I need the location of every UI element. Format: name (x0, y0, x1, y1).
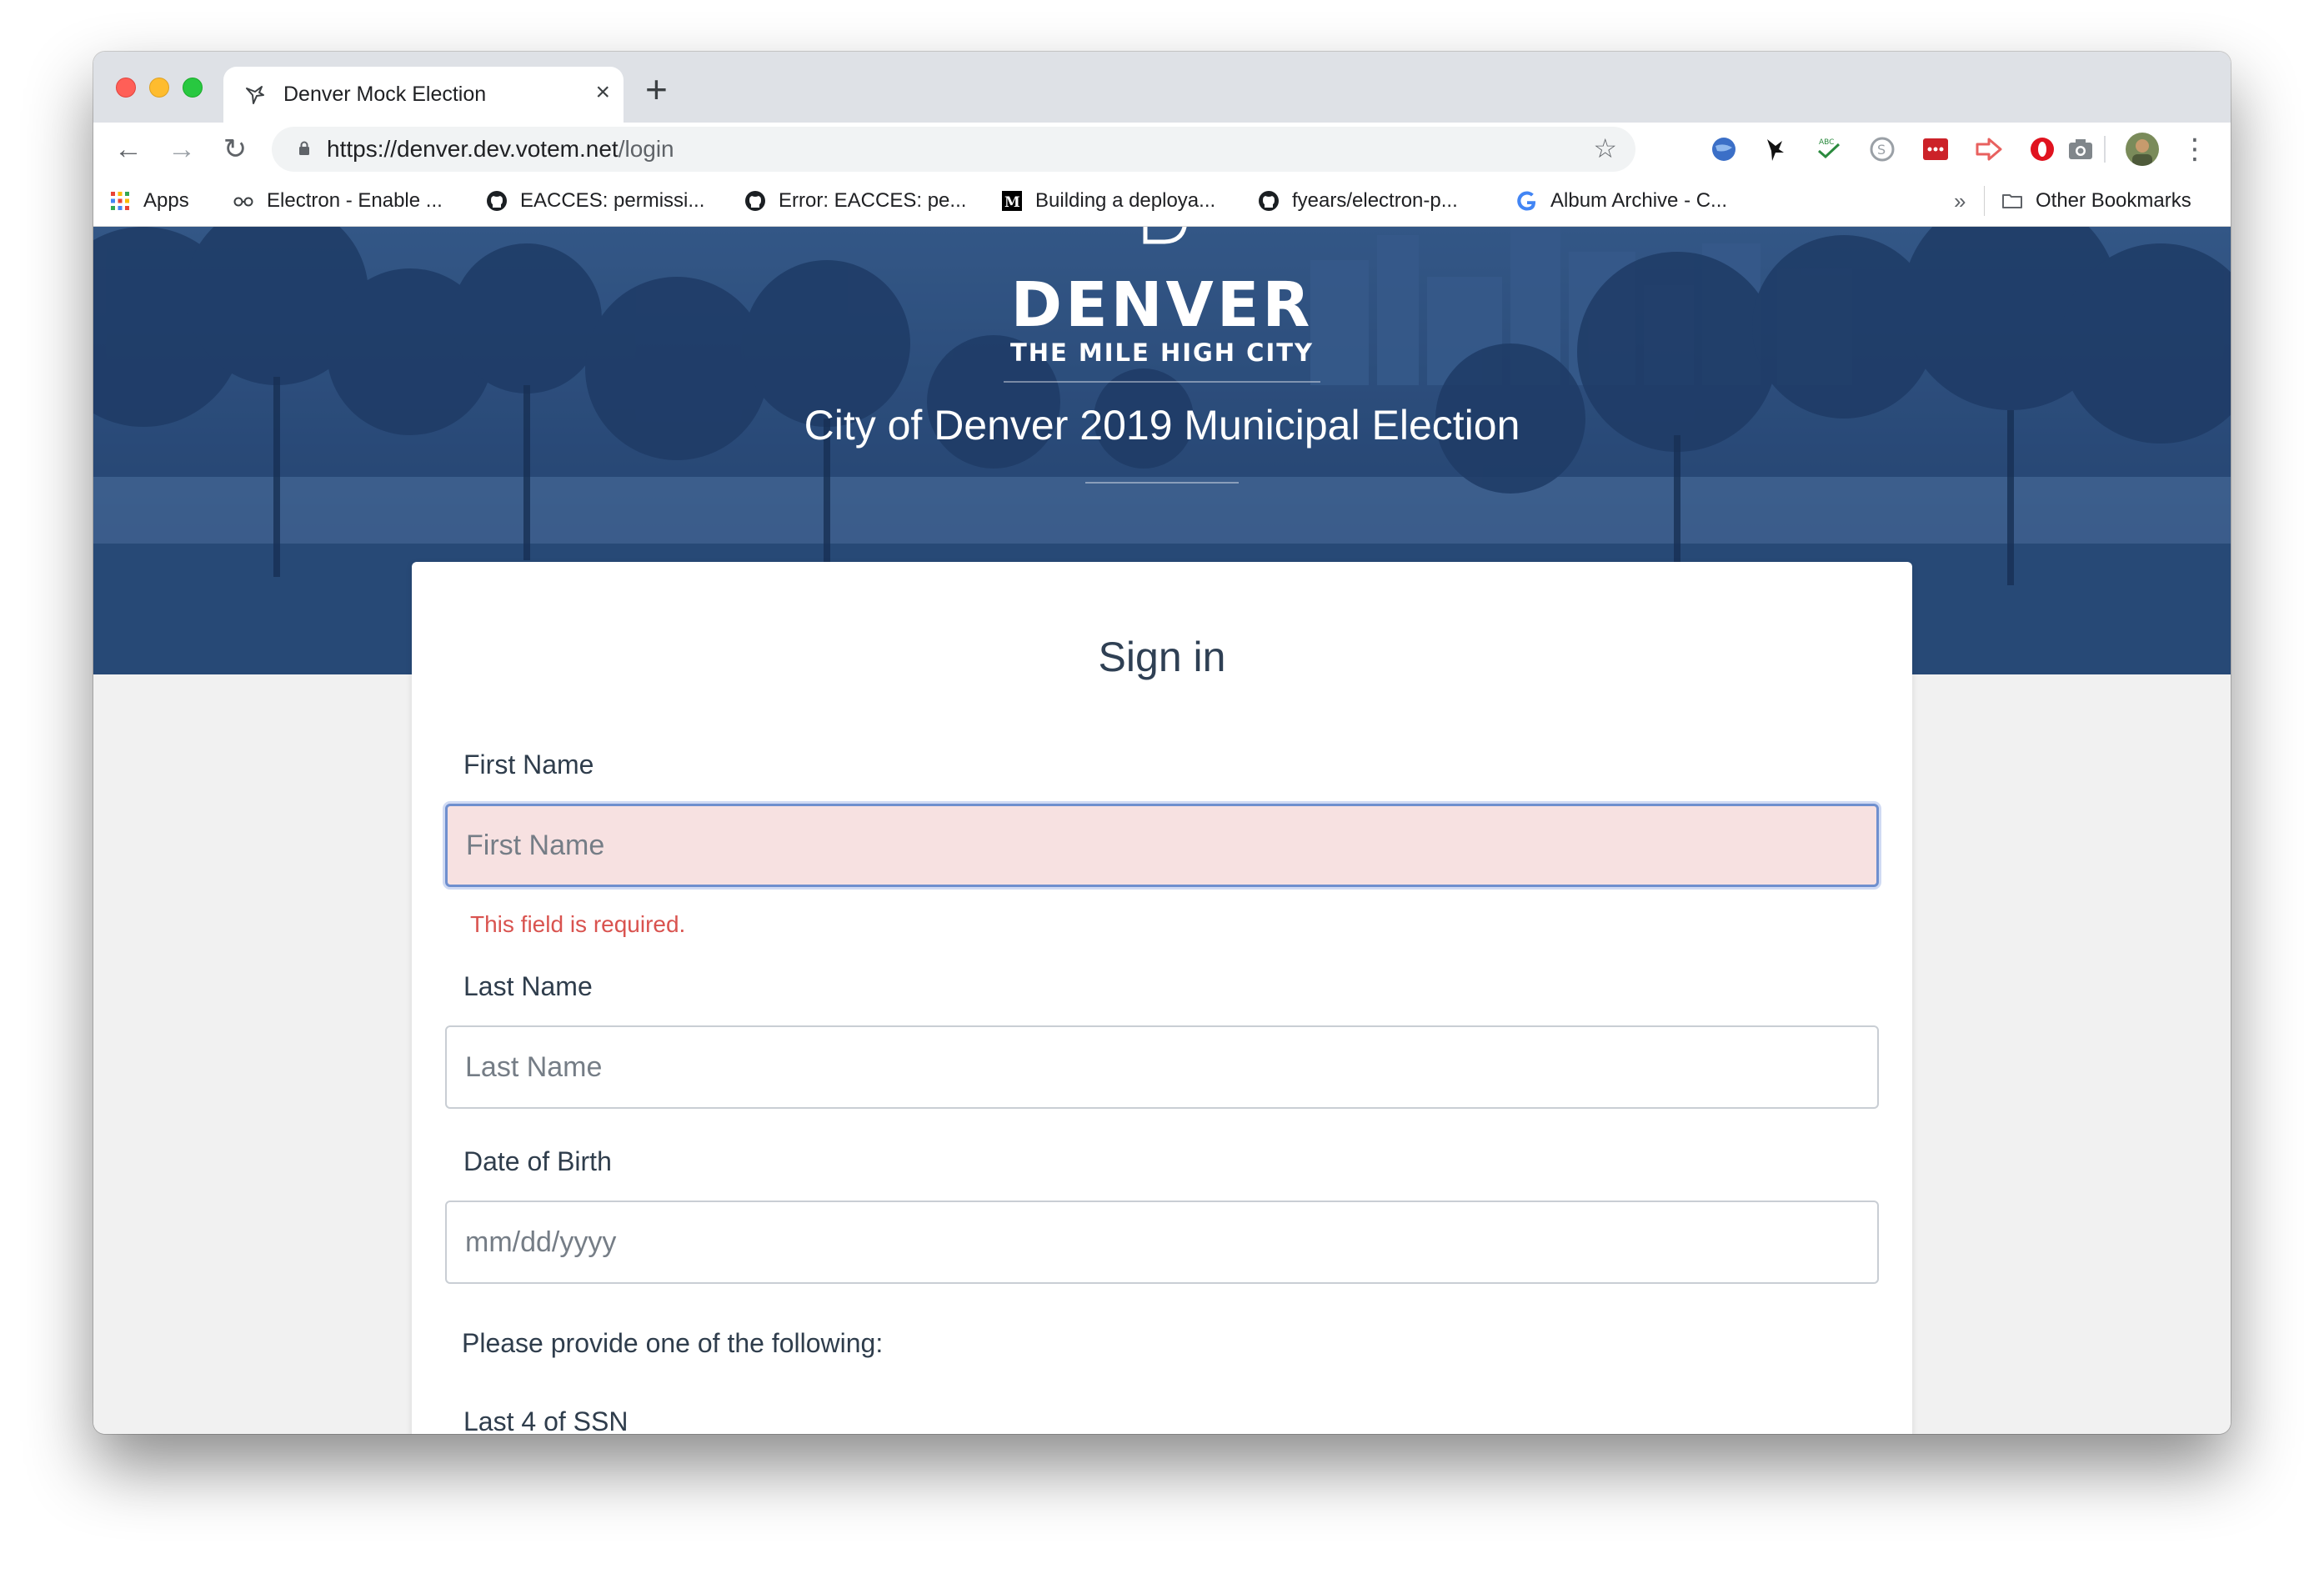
avatar-image-icon (2126, 133, 2159, 166)
bookmark-building-deployable[interactable]: M Building a deploya... (1000, 187, 1215, 215)
url-path: /login (618, 136, 674, 162)
last-name-input[interactable] (447, 1027, 1877, 1107)
first-name-field-wrapper (445, 804, 1879, 887)
other-bookmarks-folder[interactable]: Other Bookmarks (2001, 187, 2191, 215)
back-button[interactable]: ← (110, 131, 147, 168)
last-name-label: Last Name (463, 971, 593, 1001)
bookmark-eacces-permission[interactable]: EACCES: permissi... (485, 187, 704, 215)
profile-avatar[interactable] (2126, 133, 2159, 166)
folder-icon (2002, 194, 2022, 208)
minimize-window-button[interactable] (149, 78, 169, 98)
github-icon (487, 191, 507, 211)
lock-icon (299, 141, 309, 155)
bookmark-apps[interactable]: Apps (108, 187, 189, 215)
tab-strip: Denver Mock Election × + (93, 52, 2231, 123)
bookmark-star-icon[interactable]: ☆ (1593, 134, 1617, 163)
lastpass-extension-icon[interactable] (1921, 134, 1951, 164)
bookmarks-overflow-button[interactable]: » (1954, 187, 1966, 215)
camera-extension-icon[interactable] (2066, 134, 2096, 164)
denver-logo-text: DENVER (1010, 269, 1314, 341)
spellcheck-extension-icon[interactable]: ABC (1814, 134, 1844, 164)
new-tab-button[interactable]: + (645, 68, 668, 110)
first-name-label: First Name (463, 749, 594, 779)
github-icon (745, 191, 765, 211)
bookmarks-separator (1984, 186, 1985, 216)
denver-d-logo-icon (1143, 227, 1187, 244)
bookmark-label: EACCES: permissi... (520, 189, 705, 212)
first-name-error: This field is required. (470, 911, 686, 937)
close-tab-icon[interactable]: × (595, 78, 610, 107)
tab-denver-mock-election[interactable]: Denver Mock Election × (223, 67, 624, 123)
provide-one-text: Please provide one of the following: (462, 1328, 884, 1358)
maximize-window-button[interactable] (183, 78, 203, 98)
dob-label: Date of Birth (463, 1146, 612, 1176)
opera-extension-icon[interactable] (2027, 134, 2057, 164)
toolbar-separator (2104, 136, 2106, 163)
last-name-field-wrapper (445, 1025, 1879, 1109)
svg-text:M: M (1004, 194, 1020, 211)
bookmark-album-archive[interactable]: Album Archive - C... (1515, 187, 1727, 215)
bookmark-label: Error: EACCES: pe... (779, 189, 967, 212)
svg-text:ABC: ABC (1819, 138, 1834, 147)
bookmark-label: Building a deploya... (1035, 189, 1216, 212)
bird-favicon-icon (246, 86, 264, 104)
denver-logo-tagline: THE MILE HIGH CITY (1009, 338, 1315, 367)
bookmark-label: Other Bookmarks (2036, 189, 2191, 212)
bookmark-label: Apps (143, 189, 189, 212)
reload-button[interactable]: ↻ (217, 131, 253, 168)
bookmark-label: Electron - Enable ... (267, 189, 443, 212)
globe-extension-icon[interactable] (1709, 134, 1739, 164)
page-content: DENVER THE MILE HIGH CITY City of Denver… (93, 227, 2231, 1434)
google-icon (1517, 191, 1536, 211)
ssn-label: Last 4 of SSN (463, 1406, 629, 1434)
bookmark-fyears-electron[interactable]: fyears/electron-p... (1257, 187, 1458, 215)
apps-grid-icon (111, 192, 129, 210)
svg-text:S: S (1877, 142, 1886, 158)
address-bar[interactable]: https://denver.dev.votem.net/login ☆ (272, 127, 1635, 172)
tab-title: Denver Mock Election (283, 83, 487, 106)
bookmark-label: Album Archive - C... (1550, 189, 1728, 212)
sign-in-heading: Sign in (1098, 634, 1226, 680)
bird-extension-icon[interactable] (1761, 134, 1791, 164)
url-host: https://denver.dev.votem.net (327, 136, 619, 162)
browser-menu-icon[interactable]: ⋮ (2181, 131, 2209, 168)
skype-extension-icon[interactable]: S (1867, 134, 1897, 164)
glasses-icon (233, 197, 253, 207)
first-name-input[interactable] (448, 806, 1876, 885)
browser-toolbar: ← → ↻ https://denver.dev.votem.net/login… (93, 123, 2231, 176)
forward-button[interactable]: → (163, 131, 200, 168)
browser-window: Denver Mock Election × + ← → ↻ https://d… (93, 52, 2231, 1434)
url-text[interactable]: https://denver.dev.votem.net/login (327, 136, 674, 163)
arrow-extension-icon[interactable] (1974, 134, 2004, 164)
bookmarks-bar: Apps Electron - Enable ... EACCES: permi… (93, 176, 2231, 227)
dob-field-wrapper (445, 1201, 1879, 1284)
github-icon (1259, 191, 1279, 211)
bookmark-error-eacces[interactable]: Error: EACCES: pe... (744, 187, 966, 215)
medium-icon: M (1002, 191, 1022, 211)
hero-divider (1004, 381, 1320, 383)
bookmark-label: fyears/electron-p... (1292, 189, 1458, 212)
dob-input[interactable] (447, 1202, 1877, 1282)
sign-in-card: Sign in First Name This field is require… (412, 562, 1912, 1434)
hero-divider (1085, 482, 1239, 484)
bookmark-electron-enable[interactable]: Electron - Enable ... (232, 187, 443, 215)
page-title: City of Denver 2019 Municipal Election (804, 402, 1520, 449)
close-window-button[interactable] (116, 78, 136, 98)
